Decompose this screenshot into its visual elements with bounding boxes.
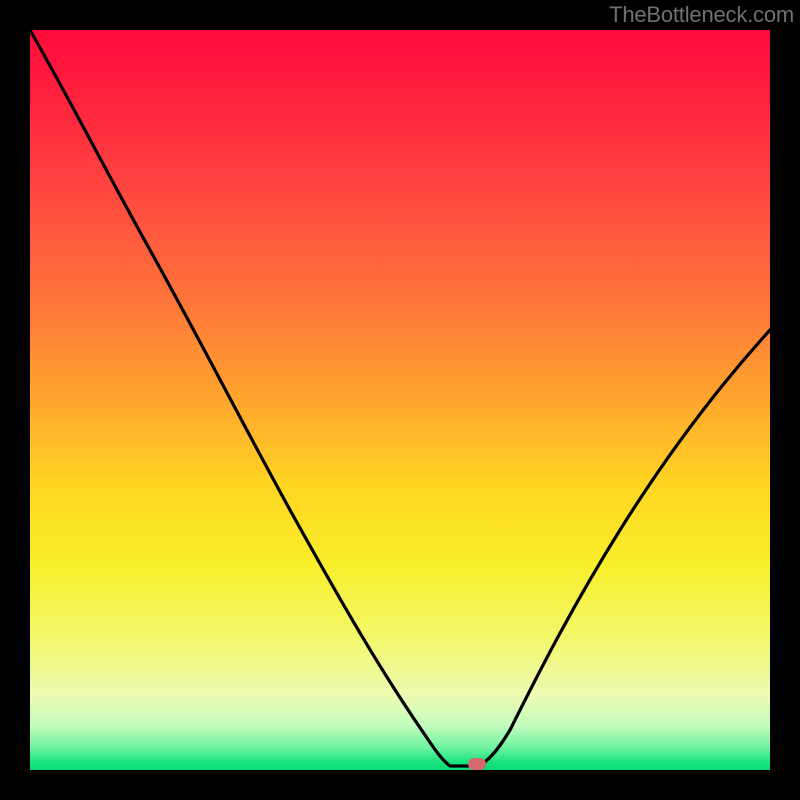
chart-frame: TheBottleneck.com — [0, 0, 800, 800]
curve-right-branch — [478, 330, 770, 766]
plot-area — [30, 30, 770, 770]
bottleneck-curve — [30, 30, 770, 770]
watermark-text: TheBottleneck.com — [609, 2, 794, 28]
optimal-point-marker — [468, 758, 486, 770]
curve-left-branch — [30, 30, 478, 766]
